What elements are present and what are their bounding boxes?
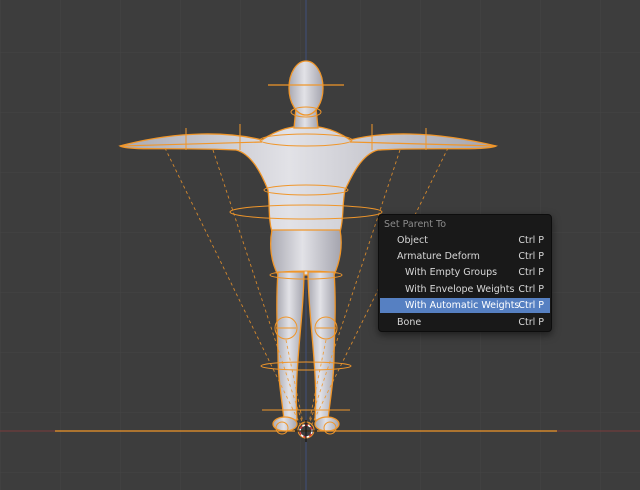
menu-item-object[interactable]: Object Ctrl P [380, 233, 550, 248]
menu-item-armature-deform[interactable]: Armature Deform Ctrl P [380, 249, 550, 264]
menu-item-label: With Automatic Weights [405, 300, 520, 311]
menu-item-shortcut: Ctrl P [518, 235, 544, 246]
set-parent-popup-menu: Set Parent To Object Ctrl P Armature Def… [378, 214, 552, 332]
mesh-pelvis [270, 229, 342, 276]
menu-item-with-envelope-weights[interactable]: With Envelope Weights Ctrl P [380, 282, 550, 297]
menu-item-shortcut: Ctrl P [518, 284, 544, 295]
menu-item-label: Bone [397, 317, 422, 328]
menu-item-label: Object [397, 235, 428, 246]
menu-item-label: With Empty Groups [405, 267, 498, 278]
menu-item-shortcut: Ctrl P [518, 251, 544, 262]
menu-item-label: Armature Deform [397, 251, 480, 262]
menu-item-label: With Envelope Weights [405, 284, 515, 295]
mesh-left-foot [272, 416, 298, 432]
mesh-right-foot [314, 416, 340, 432]
menu-item-shortcut: Ctrl P [518, 267, 544, 278]
menu-item-shortcut: Ctrl P [518, 300, 544, 311]
menu-title: Set Parent To [384, 219, 447, 230]
menu-item-bone[interactable]: Bone Ctrl P [380, 315, 550, 330]
menu-item-shortcut: Ctrl P [518, 317, 544, 328]
menu-item-with-empty-groups[interactable]: With Empty Groups Ctrl P [380, 265, 550, 280]
menu-item-with-automatic-weights[interactable]: With Automatic Weights Ctrl P [380, 298, 550, 313]
